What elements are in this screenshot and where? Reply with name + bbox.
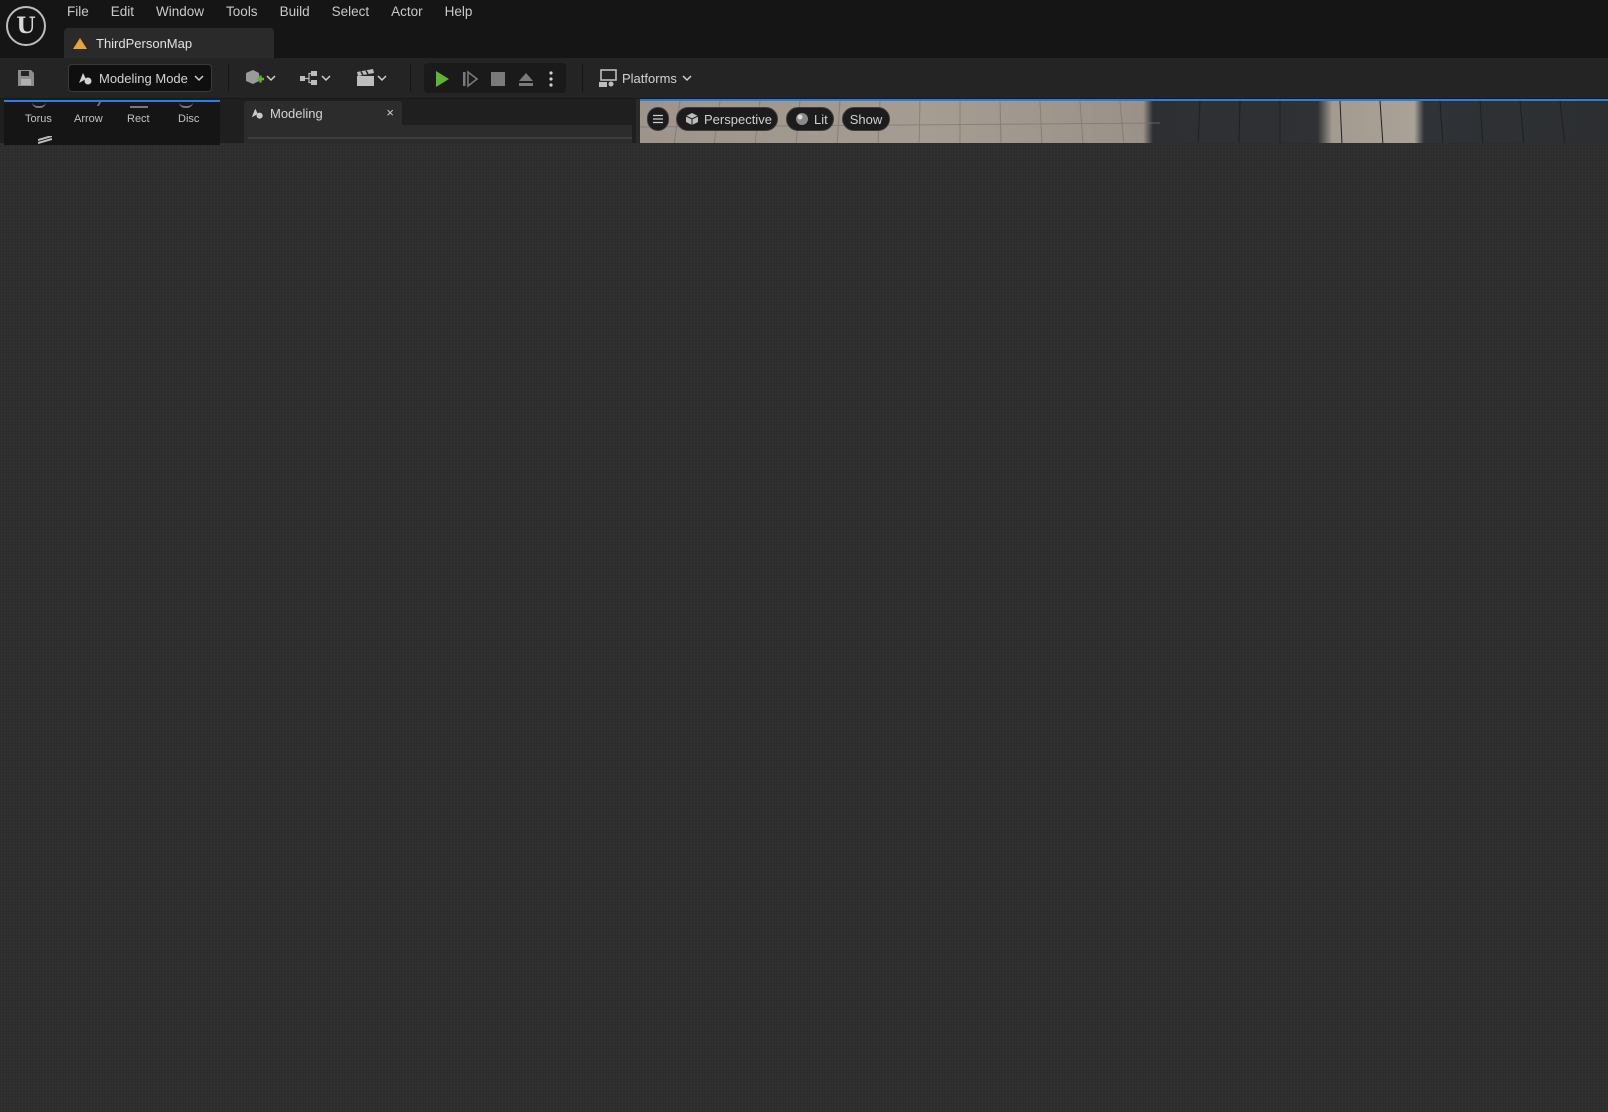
modeling-tab-label: Modeling (270, 105, 323, 121)
perspective-label: Perspective (704, 111, 772, 127)
modeling-mode-icon (79, 73, 92, 85)
level-icon (73, 37, 87, 49)
chevron-down-icon (266, 75, 276, 82)
platforms-button[interactable]: Platforms (598, 66, 692, 90)
menu-actor[interactable]: Actor (380, 0, 434, 24)
play-icon[interactable] (433, 70, 451, 88)
torus-icon (32, 102, 46, 108)
main-toolbar: Modeling Mode Platforms (0, 58, 1608, 99)
hamburger-menu-icon (653, 114, 663, 124)
shape-disc[interactable]: Disc (178, 113, 199, 125)
toolbar-separator (228, 64, 229, 92)
menu-help[interactable]: Help (434, 0, 484, 24)
unreal-logo-icon[interactable]: U (6, 6, 46, 46)
viewport-options-button[interactable] (647, 107, 669, 131)
menu-select[interactable]: Select (321, 0, 381, 24)
play-controls (424, 63, 566, 93)
toolbar-separator (410, 64, 411, 92)
blueprint-icon (300, 71, 317, 85)
shape-torus[interactable]: Torus (25, 113, 52, 125)
toolbar-separator (582, 64, 583, 92)
show-label: Show (849, 111, 883, 127)
more-options-icon[interactable] (546, 70, 556, 88)
level-viewport[interactable]: Perspective Lit Show (640, 99, 1608, 143)
lit-label: Lit (814, 111, 828, 127)
editor-background (0, 143, 1608, 1112)
save-icon[interactable] (16, 68, 36, 88)
clapperboard-icon (357, 69, 374, 86)
eject-icon[interactable] (517, 70, 535, 88)
menu-window[interactable]: Window (145, 0, 215, 24)
show-button[interactable]: Show (842, 107, 890, 131)
close-icon[interactable]: × (386, 105, 394, 120)
blueprints-button[interactable] (299, 68, 331, 88)
level-tab-label: ThirdPersonMap (96, 35, 193, 51)
viewport-floor-grid (640, 101, 1566, 143)
perspective-button[interactable]: Perspective (676, 107, 778, 131)
rect-icon (130, 102, 148, 108)
view-mode-button[interactable]: Lit (786, 107, 834, 131)
level-tab[interactable]: ThirdPersonMap (64, 28, 274, 58)
chevron-down-icon (682, 75, 692, 82)
logo-letter: U (16, 13, 36, 39)
chevron-down-icon (321, 75, 331, 82)
platforms-icon (599, 69, 617, 87)
add-actor-icon (246, 70, 264, 84)
mode-selector-label: Modeling Mode (99, 70, 188, 86)
shape-rect[interactable]: Rect (127, 113, 150, 125)
modeling-panel: Modeling × (240, 99, 636, 143)
menu-tools[interactable]: Tools (215, 0, 269, 24)
disc-icon (179, 102, 193, 108)
mode-selector-button[interactable]: Modeling Mode (68, 64, 212, 92)
modeling-mode-icon (251, 108, 263, 119)
advance-frame-icon[interactable] (461, 70, 479, 88)
stop-icon[interactable] (489, 70, 507, 88)
menu-bar: U File Edit Window Tools Build Select Ac… (0, 0, 1608, 58)
shapes-panel: Torus Arrow Rect Disc (0, 99, 240, 145)
menu-file[interactable]: File (56, 0, 100, 24)
divider (248, 137, 632, 139)
shapes-palette: Torus Arrow Rect Disc (4, 100, 220, 145)
cinematics-button[interactable] (355, 68, 387, 88)
tab-modeling[interactable]: Modeling × (244, 101, 402, 125)
chevron-down-icon (377, 75, 387, 82)
menu-build[interactable]: Build (269, 0, 321, 24)
shape-arrow[interactable]: Arrow (74, 113, 103, 125)
cube-icon (685, 113, 699, 125)
modeling-panel-body (244, 125, 632, 143)
main-menu: File Edit Window Tools Build Select Acto… (56, 0, 483, 24)
lit-sphere-icon (796, 113, 808, 125)
chevron-down-icon (194, 75, 204, 82)
stairs-icon[interactable] (38, 136, 52, 144)
platforms-label: Platforms (622, 70, 677, 86)
arrow-icon (82, 102, 102, 106)
menu-edit[interactable]: Edit (100, 0, 145, 24)
add-content-button[interactable] (244, 68, 276, 88)
